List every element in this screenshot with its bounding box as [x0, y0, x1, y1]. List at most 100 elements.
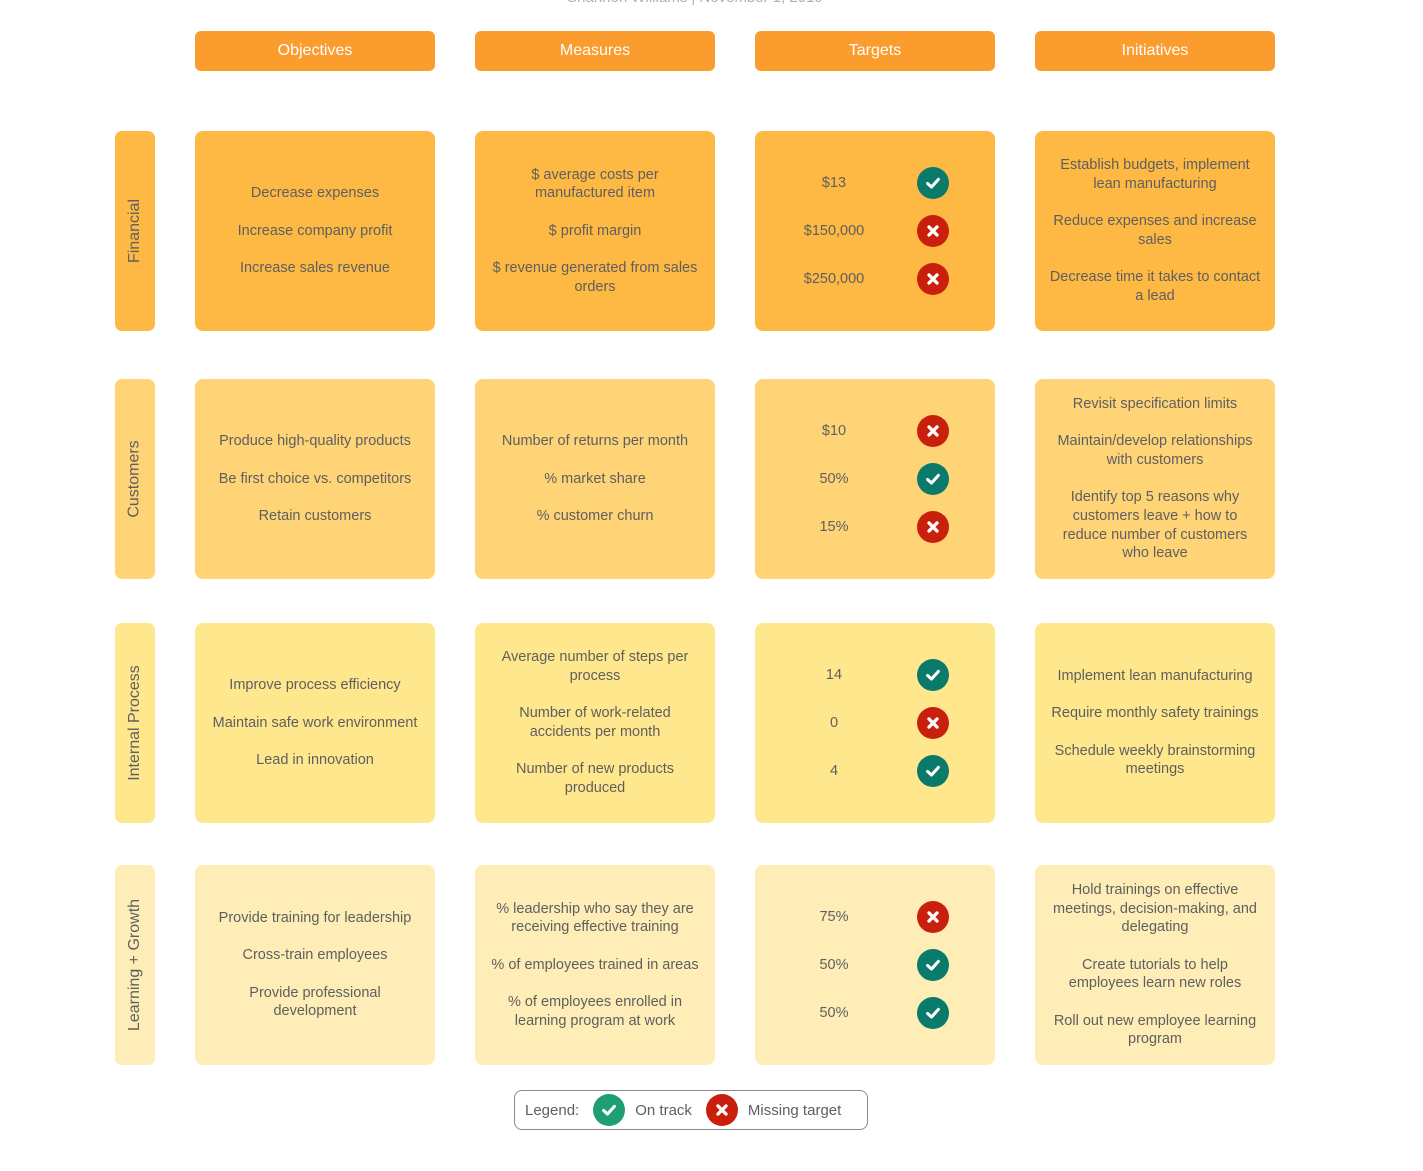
x-icon [917, 215, 949, 247]
targets-cell-internal-process: 14 0 4 [755, 623, 995, 823]
objective-item: Provide training for leadership [218, 910, 412, 926]
target-row: 50% [755, 989, 995, 1037]
x-icon [705, 1094, 738, 1126]
perspective-internal-process: Internal Process [115, 623, 155, 823]
column-header-measures: Measures [475, 31, 715, 71]
initiative-item: Hold trainings on effective meetings, de… [1053, 881, 1257, 936]
x-icon [917, 415, 949, 447]
target-value: 14 [825, 666, 843, 683]
objective-item: Cross-train employees [242, 947, 388, 964]
target-value: 4 [829, 762, 839, 779]
initiative-item: Identify top 5 reasons why customers lea… [1062, 489, 1248, 562]
check-icon [917, 659, 949, 691]
initiatives-cell-financial: Establish budgets, implement lean manufa… [1035, 131, 1275, 331]
measure-item: % of employees trained in areas [491, 956, 699, 973]
measure-item: $ revenue generated from sales orders [492, 259, 698, 295]
targets-cell-customers: $10 50% 15% [755, 379, 995, 579]
initiative-item: Schedule weekly brainstorming meetings [1054, 742, 1256, 778]
objectives-cell-internal-process: Improve process efficiency Maintain safe … [195, 623, 435, 823]
check-icon [593, 1094, 626, 1126]
target-value: 50% [819, 956, 849, 973]
measure-item: Number of work-related accidents per mon… [519, 705, 671, 740]
objective-item: Lead in innovation [256, 751, 374, 768]
initiative-item: Implement lean manufacturing [1057, 668, 1253, 684]
objective-item: Maintain safe work environment [212, 714, 418, 731]
measure-item: Number of new products produced [516, 761, 674, 796]
x-icon [917, 707, 949, 739]
objective-item: Produce high-quality products [219, 433, 411, 450]
column-header-initiatives: Initiatives [1035, 31, 1275, 71]
check-icon [917, 949, 949, 981]
target-row: 75% [755, 893, 995, 941]
perspective-label: Customers [126, 440, 144, 518]
measure-item: Number of returns per month [501, 433, 689, 450]
measure-item: $ profit margin [548, 222, 642, 239]
targets-cell-learning-growth: 75% 50% 50% [755, 865, 995, 1065]
subtitle: Shannon Williams | November 1, 2019 [0, 0, 1390, 6]
measures-cell-learning-growth: % leadership who say they are receiving … [475, 865, 715, 1065]
target-value: 50% [819, 1004, 849, 1021]
initiative-item: Create tutorials to help employees learn… [1068, 956, 1242, 992]
target-value: $13 [821, 174, 847, 191]
perspective-financial: Financial [115, 131, 155, 331]
measure-item: Average number of steps per process [501, 649, 689, 684]
target-value: 75% [819, 908, 849, 925]
objectives-cell-financial: Decrease expenses Increase company profit… [195, 131, 435, 331]
x-icon [917, 511, 949, 543]
measure-item: % customer churn [536, 507, 654, 524]
measure-item: % of employees enrolled in learning prog… [507, 993, 683, 1029]
objectives-cell-customers: Produce high-quality products Be first ch… [195, 379, 435, 579]
target-value: $10 [821, 422, 847, 439]
check-icon [917, 755, 949, 787]
target-row: $150,000 [755, 207, 995, 255]
perspective-learning-growth: Learning + Growth [115, 865, 155, 1065]
x-icon [917, 263, 949, 295]
target-value: 0 [829, 714, 839, 731]
measures-cell-customers: Number of returns per month % market shar… [475, 379, 715, 579]
check-icon [917, 997, 949, 1029]
objective-item: Provide professional development [249, 984, 381, 1020]
target-row: 50% [755, 941, 995, 989]
initiative-item: Require monthly safety trainings [1051, 705, 1259, 722]
objective-item: Retain customers [258, 507, 372, 524]
check-icon [917, 167, 949, 199]
objective-item: Decrease expenses [250, 185, 380, 202]
initiative-item: Establish budgets, implement lean manufa… [1060, 157, 1250, 192]
target-row: 0 [755, 699, 995, 747]
measure-item: $ average costs per manufactured item [531, 166, 659, 202]
target-row: 50% [755, 455, 995, 503]
column-header-objectives: Objectives [195, 31, 435, 71]
measure-item: % market share [544, 470, 646, 487]
target-value: 50% [819, 470, 849, 487]
perspective-label: Learning + Growth [126, 898, 144, 1032]
perspective-customers: Customers [115, 379, 155, 579]
measure-item: % leadership who say they are receiving … [496, 900, 694, 936]
initiatives-cell-learning-growth: Hold trainings on effective meetings, de… [1035, 865, 1275, 1065]
initiative-item: Decrease time it takes to contact a lead [1049, 269, 1261, 304]
initiative-item: Revisit specification limits [1072, 395, 1238, 412]
target-value: $150,000 [803, 222, 865, 239]
initiative-item: Roll out new employee learning program [1053, 1012, 1257, 1048]
initiatives-cell-internal-process: Implement lean manufacturing Require mont… [1035, 623, 1275, 823]
objective-item: Improve process efficiency [229, 677, 401, 694]
target-row: $10 [755, 407, 995, 455]
legend: Legend: On track Missing target [514, 1090, 868, 1130]
measures-cell-internal-process: Average number of steps per process Numbe… [475, 623, 715, 823]
objective-item: Increase sales revenue [240, 259, 390, 276]
measures-cell-financial: $ average costs per manufactured item $ p… [475, 131, 715, 331]
target-value: 15% [819, 518, 849, 535]
objective-item: Be first choice vs. competitors [218, 470, 412, 487]
initiatives-cell-customers: Revisit specification limits Maintain/dev… [1035, 379, 1275, 579]
perspective-label: Financial [126, 198, 143, 264]
legend-missing-target: Missing target [747, 1101, 842, 1119]
column-header-targets: Targets [755, 31, 995, 71]
target-row: 15% [755, 503, 995, 551]
initiative-item: Reduce expenses and increase sales [1053, 213, 1257, 248]
check-icon [917, 463, 949, 495]
objectives-cell-learning-growth: Provide training for leadership Cross-tra… [195, 865, 435, 1065]
target-row: 14 [755, 651, 995, 699]
target-row: $250,000 [755, 255, 995, 303]
targets-cell-financial: $13 $150,000 $250,000 [755, 131, 995, 331]
legend-label: Legend: [525, 1101, 580, 1119]
target-row: $13 [755, 159, 995, 207]
